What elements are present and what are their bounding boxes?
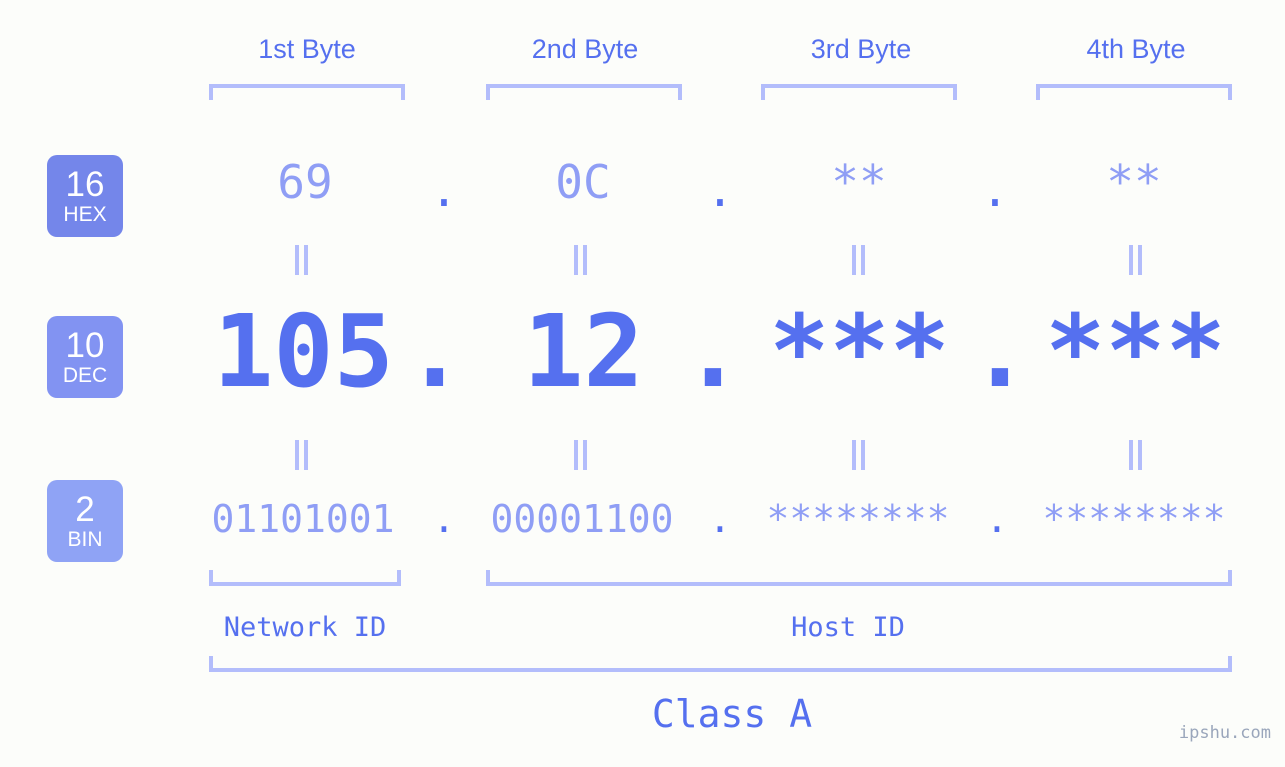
class-bracket <box>209 656 1232 672</box>
bin-separator-1: . <box>432 497 456 541</box>
base-badge-bin-number: 2 <box>75 490 95 529</box>
bin-byte-3: ******** <box>766 497 950 541</box>
network-id-label: Network ID <box>223 612 387 643</box>
hex-separator-3: . <box>981 163 1009 217</box>
class-label: Class A <box>651 692 813 736</box>
base-badge-hex: 16 HEX <box>47 155 123 237</box>
dec-byte-4: *** <box>1045 293 1226 410</box>
equals-connector-hex-dec-3 <box>849 245 867 275</box>
bin-byte-2: 00001100 <box>490 497 674 541</box>
hex-byte-1: 69 <box>277 155 333 209</box>
byte-header-2: 2nd Byte <box>531 34 639 64</box>
equals-connector-hex-dec-1 <box>292 245 310 275</box>
dec-byte-1: 105 <box>213 293 394 410</box>
hex-byte-4: ** <box>1106 155 1162 209</box>
bin-separator-2: . <box>708 497 732 541</box>
dec-separator-2: . <box>682 293 744 410</box>
host-id-bracket <box>486 570 1232 586</box>
hex-separator-1: . <box>430 163 458 217</box>
equals-connector-hex-dec-4 <box>1126 245 1144 275</box>
equals-connector-dec-bin-4 <box>1126 440 1144 470</box>
host-id-label: Host ID <box>791 612 905 643</box>
site-watermark: ipshu.com <box>1178 723 1271 743</box>
dec-byte-2: 12 <box>523 293 644 410</box>
byte-bracket-1 <box>209 84 405 100</box>
byte-header-4: 4th Byte <box>1086 34 1186 64</box>
network-id-bracket <box>209 570 401 586</box>
byte-bracket-4 <box>1036 84 1232 100</box>
equals-connector-dec-bin-3 <box>849 440 867 470</box>
equals-connector-dec-bin-2 <box>571 440 589 470</box>
byte-bracket-2 <box>486 84 682 100</box>
base-badge-dec-number: 10 <box>65 326 105 365</box>
ip-address-breakdown-diagram: 1st Byte 2nd Byte 3rd Byte 4th Byte 16 H… <box>0 0 1285 767</box>
hex-byte-3: ** <box>831 155 887 209</box>
dec-separator-1: . <box>404 293 466 410</box>
hex-byte-2: 0C <box>555 155 611 209</box>
hex-separator-2: . <box>706 163 734 217</box>
base-badge-dec: 10 DEC <box>47 316 123 398</box>
base-badge-dec-name: DEC <box>62 364 108 387</box>
byte-header-3: 3rd Byte <box>810 34 912 64</box>
base-badge-hex-number: 16 <box>65 165 105 204</box>
base-badge-bin-name: BIN <box>67 528 103 551</box>
base-badge-bin: 2 BIN <box>47 480 123 562</box>
bin-separator-3: . <box>985 497 1009 541</box>
dec-byte-3: *** <box>769 293 950 410</box>
base-badge-hex-name: HEX <box>63 203 107 226</box>
bin-byte-4: ******** <box>1042 497 1226 541</box>
equals-connector-dec-bin-1 <box>292 440 310 470</box>
byte-header-1: 1st Byte <box>258 34 356 64</box>
bin-byte-1: 01101001 <box>211 497 395 541</box>
byte-bracket-3 <box>761 84 957 100</box>
equals-connector-hex-dec-2 <box>571 245 589 275</box>
